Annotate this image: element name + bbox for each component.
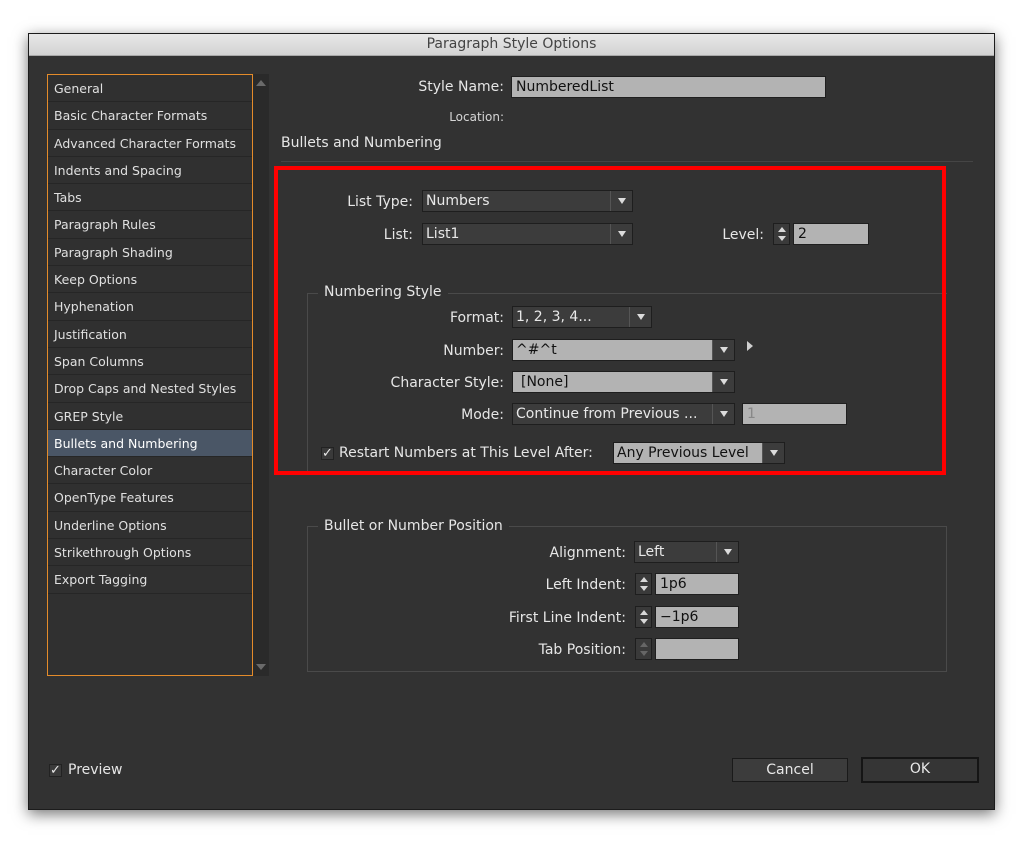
checkmark-icon: ✓: [50, 763, 61, 778]
alignment-value: Left: [638, 544, 665, 560]
sidebar-item-underline-options[interactable]: Underline Options: [48, 512, 252, 540]
chevron-down-icon: [712, 404, 734, 424]
mode-start-at-input[interactable]: 1: [742, 403, 847, 425]
chevron-down-icon: [716, 542, 738, 562]
category-list-scrollbar[interactable]: [253, 74, 269, 676]
stepper-up-icon[interactable]: [640, 610, 648, 615]
list-label: List:: [383, 227, 413, 243]
character-style-value: [None]: [521, 374, 569, 390]
chevron-down-icon: [610, 191, 632, 211]
mode-value: Continue from Previous ...: [516, 406, 698, 422]
tab-position-stepper[interactable]: [635, 638, 652, 660]
number-combo[interactable]: ^#^t: [512, 339, 735, 361]
sidebar-item-indents-and-spacing[interactable]: Indents and Spacing: [48, 157, 252, 185]
list-type-dropdown[interactable]: Numbers: [422, 190, 633, 212]
style-name-label: Style Name:: [418, 79, 504, 95]
dialog-title: Paragraph Style Options: [29, 34, 994, 56]
section-title: Bullets and Numbering: [281, 135, 442, 151]
sidebar-item-tabs[interactable]: Tabs: [48, 184, 252, 212]
list-value: List1: [426, 226, 460, 242]
restart-after-dropdown[interactable]: Any Previous Level: [613, 442, 785, 464]
sidebar-item-drop-caps-and-nested-styles[interactable]: Drop Caps and Nested Styles: [48, 375, 252, 403]
preview-checkbox[interactable]: ✓: [49, 764, 62, 777]
checkmark-icon: ✓: [322, 446, 333, 461]
tab-position-label: Tab Position:: [538, 642, 626, 658]
location-label: Location:: [449, 110, 504, 124]
bullet-position-title: Bullet or Number Position: [318, 518, 509, 534]
section-divider: [281, 161, 973, 162]
format-label: Format:: [449, 310, 504, 326]
chevron-down-icon: [712, 372, 734, 392]
sidebar-item-opentype-features[interactable]: OpenType Features: [48, 484, 252, 512]
category-list[interactable]: General Basic Character Formats Advanced C…: [47, 74, 253, 676]
stepper-up-icon[interactable]: [640, 577, 648, 582]
sidebar-item-keep-options[interactable]: Keep Options: [48, 266, 252, 294]
sidebar-item-justification[interactable]: Justification: [48, 321, 252, 348]
format-value: 1, 2, 3, 4...: [516, 309, 592, 325]
list-dropdown[interactable]: List1: [422, 223, 633, 245]
chevron-down-icon: [610, 224, 632, 244]
sidebar-item-bullets-and-numbering[interactable]: Bullets and Numbering: [48, 429, 252, 458]
sidebar-item-hyphenation[interactable]: Hyphenation: [48, 293, 252, 321]
insert-special-character-flyout-icon[interactable]: [747, 341, 753, 351]
sidebar-item-character-color[interactable]: Character Color: [48, 457, 252, 485]
sidebar-item-grep-style[interactable]: GREP Style: [48, 403, 252, 430]
chevron-down-icon: [712, 340, 734, 360]
stepper-up-icon[interactable]: [778, 227, 786, 232]
sidebar-item-span-columns[interactable]: Span Columns: [48, 348, 252, 376]
level-stepper[interactable]: [773, 223, 790, 245]
scroll-down-arrow-icon[interactable]: [256, 664, 266, 670]
scroll-up-arrow-icon[interactable]: [256, 80, 266, 86]
character-style-label: Character Style:: [390, 375, 504, 391]
level-input[interactable]: 2: [793, 223, 869, 245]
left-indent-stepper[interactable]: [635, 573, 652, 595]
list-type-value: Numbers: [426, 193, 490, 209]
sidebar-item-advanced-character-formats[interactable]: Advanced Character Formats: [48, 130, 252, 157]
sidebar-item-paragraph-rules[interactable]: Paragraph Rules: [48, 211, 252, 239]
left-indent-label: Left Indent:: [545, 577, 626, 593]
bullet-position-group: [307, 526, 947, 672]
first-line-indent-stepper[interactable]: [635, 606, 652, 628]
preview-label: Preview: [68, 762, 123, 778]
ok-button[interactable]: OK: [861, 757, 979, 783]
tab-position-input[interactable]: [655, 638, 739, 660]
stepper-down-icon[interactable]: [640, 651, 648, 656]
restart-numbers-checkbox[interactable]: ✓: [321, 447, 334, 460]
alignment-dropdown[interactable]: Left: [634, 541, 739, 563]
list-type-label: List Type:: [347, 194, 413, 210]
sidebar-item-export-tagging[interactable]: Export Tagging: [48, 566, 252, 594]
number-value: ^#^t: [516, 342, 557, 358]
cancel-button[interactable]: Cancel: [732, 758, 848, 782]
sidebar-item-paragraph-shading[interactable]: Paragraph Shading: [48, 239, 252, 267]
first-line-indent-input[interactable]: −1p6: [655, 606, 739, 628]
sidebar-item-basic-character-formats[interactable]: Basic Character Formats: [48, 102, 252, 130]
stepper-down-icon[interactable]: [640, 586, 648, 591]
stepper-down-icon[interactable]: [778, 236, 786, 241]
alignment-label: Alignment:: [549, 545, 626, 561]
character-style-dropdown[interactable]: [None]: [512, 371, 735, 393]
level-label: Level:: [722, 227, 764, 243]
stepper-down-icon[interactable]: [640, 619, 648, 624]
first-line-indent-label: First Line Indent:: [508, 610, 626, 626]
left-indent-input[interactable]: 1p6: [655, 573, 739, 595]
mode-label: Mode:: [461, 407, 504, 423]
restart-after-value: Any Previous Level: [617, 445, 749, 461]
number-label: Number:: [443, 343, 504, 359]
sidebar-item-strikethrough-options[interactable]: Strikethrough Options: [48, 539, 252, 567]
format-dropdown[interactable]: 1, 2, 3, 4...: [512, 306, 652, 328]
sidebar-item-general[interactable]: General: [48, 75, 252, 103]
chevron-down-icon: [762, 443, 784, 463]
paragraph-style-options-dialog: Paragraph Style Options General Basic Cha…: [28, 33, 995, 810]
restart-numbers-label: Restart Numbers at This Level After:: [339, 445, 593, 461]
numbering-style-title: Numbering Style: [318, 284, 448, 300]
stepper-up-icon[interactable]: [640, 642, 648, 647]
chevron-down-icon: [629, 307, 651, 327]
mode-dropdown[interactable]: Continue from Previous ...: [512, 403, 735, 425]
style-name-input[interactable]: NumberedList: [511, 76, 826, 98]
